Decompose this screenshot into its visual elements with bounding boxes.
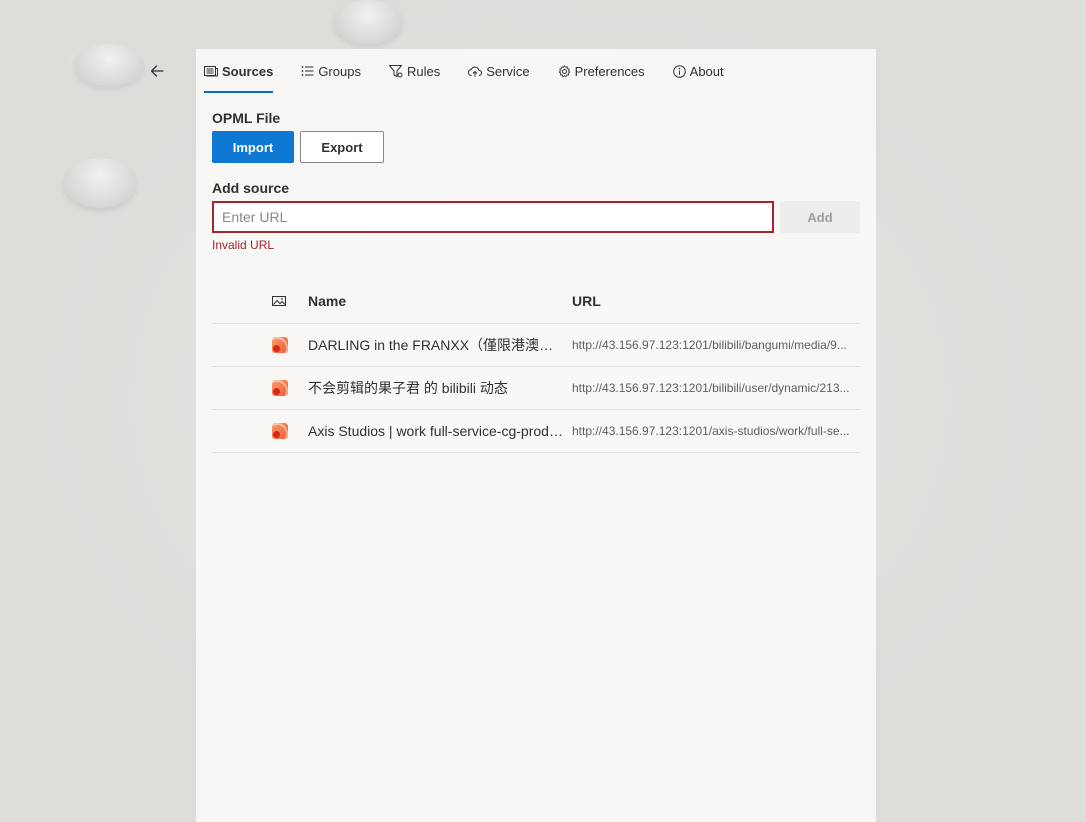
tab-label: Preferences xyxy=(574,63,645,79)
filter-icon xyxy=(388,64,403,78)
back-button[interactable] xyxy=(144,58,170,84)
table-row[interactable]: Axis Studios | work full-service-cg-prod… xyxy=(212,410,860,453)
url-input[interactable] xyxy=(212,201,774,233)
background-pebble xyxy=(74,44,144,86)
image-icon xyxy=(272,295,287,307)
list-icon xyxy=(301,65,314,77)
settings-tabs: Sources Groups Rules Service Preferences xyxy=(204,49,752,93)
tab-label: Service xyxy=(486,63,530,79)
sources-table: Name URL DARLING in the FRANXX（僅限港澳台地區） … xyxy=(212,279,860,453)
add-button[interactable]: Add xyxy=(780,201,860,233)
source-url: http://43.156.97.123:1201/bilibili/bangu… xyxy=(572,338,847,352)
column-header-name[interactable]: Name xyxy=(308,293,572,309)
source-url: http://43.156.97.123:1201/axis-studios/w… xyxy=(572,424,850,438)
tab-service[interactable]: Service xyxy=(468,49,530,93)
tab-label: Sources xyxy=(222,63,274,79)
rss-icon xyxy=(272,423,288,439)
tab-preferences[interactable]: Preferences xyxy=(558,49,645,93)
source-name: DARLING in the FRANXX（僅限港澳台地區） xyxy=(308,337,572,353)
tab-groups[interactable]: Groups xyxy=(301,49,361,93)
rss-icon xyxy=(272,380,288,396)
table-row[interactable]: 不会剪辑的果子君 的 bilibili 动态 http://43.156.97.… xyxy=(212,367,860,410)
background-pebble xyxy=(64,158,136,208)
settings-panel: Sources Groups Rules Service Preferences xyxy=(196,49,876,822)
gear-icon xyxy=(558,64,571,78)
table-header: Name URL xyxy=(212,279,860,324)
cloud-icon xyxy=(468,65,483,77)
source-name: 不会剪辑的果子君 的 bilibili 动态 xyxy=(308,380,508,396)
feed-icon xyxy=(204,65,218,77)
rss-icon xyxy=(272,337,288,353)
source-name: Axis Studios | work full-service-cg-prod… xyxy=(308,423,572,439)
source-url: http://43.156.97.123:1201/bilibili/user/… xyxy=(572,381,850,395)
tab-label: Rules xyxy=(406,63,441,79)
tab-label: About xyxy=(689,63,724,79)
info-icon xyxy=(672,64,686,78)
tab-label: Groups xyxy=(318,63,361,79)
background-pebble xyxy=(334,0,402,44)
tab-rules[interactable]: Rules xyxy=(388,49,441,93)
table-row[interactable]: DARLING in the FRANXX（僅限港澳台地區） http://43… xyxy=(212,324,860,367)
arrow-left-icon xyxy=(150,65,164,77)
tab-about[interactable]: About xyxy=(672,49,724,93)
add-source-label: Add source xyxy=(212,180,290,196)
column-header-url[interactable]: URL xyxy=(572,293,860,309)
export-button[interactable]: Export xyxy=(300,131,384,163)
import-button[interactable]: Import xyxy=(212,131,294,163)
tab-sources[interactable]: Sources xyxy=(204,49,274,93)
opml-section-label: OPML File xyxy=(212,110,281,126)
url-error-message: Invalid URL xyxy=(212,238,275,252)
